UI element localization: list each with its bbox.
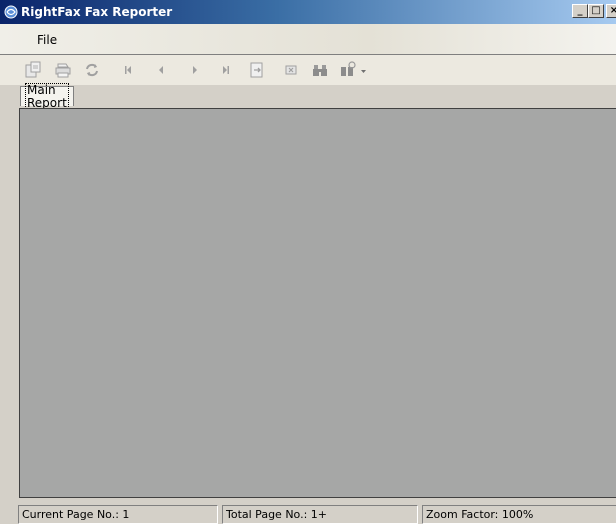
go-to-page-button[interactable] bbox=[248, 61, 266, 79]
menu-bar: File bbox=[0, 24, 616, 55]
search-binoculars-icon bbox=[313, 65, 327, 76]
export-icon bbox=[25, 61, 41, 78]
last-page-icon bbox=[223, 66, 229, 74]
minimize-button[interactable]: _ bbox=[572, 4, 588, 18]
maximize-button[interactable]: □ bbox=[588, 4, 604, 18]
search-button[interactable] bbox=[311, 61, 329, 79]
rightfax-app-icon bbox=[4, 5, 18, 19]
close-button[interactable]: × bbox=[606, 4, 616, 18]
zoom-factor-status: Zoom Factor: 100% bbox=[422, 505, 616, 524]
zoom-dropdown-button[interactable] bbox=[338, 61, 368, 79]
export-button[interactable] bbox=[24, 61, 42, 79]
next-page-icon bbox=[193, 66, 197, 74]
tab-main-report-label: Main Report bbox=[25, 82, 69, 111]
first-page-icon bbox=[125, 66, 131, 74]
last-page-button[interactable] bbox=[217, 61, 235, 79]
first-page-button[interactable] bbox=[119, 61, 137, 79]
current-page-status: Current Page No.: 1 bbox=[18, 505, 218, 524]
menu-file[interactable]: File bbox=[37, 33, 57, 47]
title-bar[interactable]: RightFax Fax Reporter _ □ × bbox=[0, 0, 616, 24]
total-page-status: Total Page No.: 1+ bbox=[222, 505, 418, 524]
stop-button[interactable] bbox=[282, 61, 300, 79]
refresh-button[interactable] bbox=[83, 61, 101, 79]
previous-page-button[interactable] bbox=[152, 61, 170, 79]
previous-page-icon bbox=[159, 66, 163, 74]
report-viewer-area[interactable] bbox=[19, 108, 616, 498]
go-to-page-icon bbox=[250, 62, 263, 78]
print-icon bbox=[55, 63, 71, 78]
toolbar bbox=[0, 55, 616, 85]
stop-icon bbox=[285, 65, 297, 75]
next-page-button[interactable] bbox=[186, 61, 204, 79]
refresh-icon bbox=[86, 63, 98, 77]
status-bar: Current Page No.: 1 Total Page No.: 1+ Z… bbox=[18, 503, 616, 524]
tab-main-report[interactable]: Main Report bbox=[20, 82, 74, 111]
print-button[interactable] bbox=[54, 61, 72, 79]
window-title: RightFax Fax Reporter bbox=[21, 5, 173, 19]
zoom-icon bbox=[341, 61, 366, 76]
